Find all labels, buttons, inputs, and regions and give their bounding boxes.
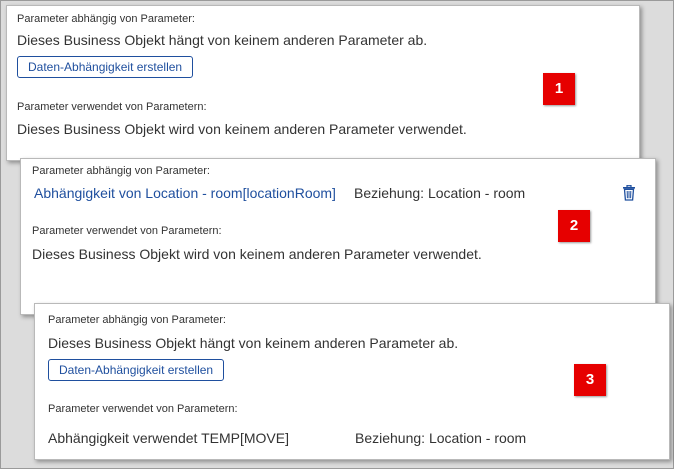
- used-by-label: Parameter verwendet von Parametern:: [32, 225, 222, 237]
- create-dependency-button[interactable]: Daten-Abhängigkeit erstellen: [48, 359, 225, 381]
- step-badge: 2: [558, 210, 590, 242]
- dependency-panel-2: Parameter abhängig von Parameter: Abhäng…: [20, 158, 656, 315]
- depends-on-text: Dieses Business Objekt hängt von keinem …: [48, 335, 459, 351]
- depends-on-label: Parameter abhängig von Parameter:: [17, 13, 195, 25]
- dependency-relation: Beziehung: Location - room: [354, 185, 526, 201]
- used-by-item: Abhängigkeit verwendet TEMP[MOVE]: [48, 430, 289, 446]
- depends-on-label: Parameter abhängig von Parameter:: [32, 165, 210, 177]
- dependency-link[interactable]: Abhängigkeit von Location - room[locatio…: [34, 185, 336, 201]
- depends-on-label: Parameter abhängig von Parameter:: [48, 314, 226, 326]
- dependency-panel-3: Parameter abhängig von Parameter: Dieses…: [34, 303, 670, 460]
- used-by-relation: Beziehung: Location - room: [355, 430, 527, 446]
- trash-icon[interactable]: [622, 185, 636, 201]
- depends-on-text: Dieses Business Objekt hängt von keinem …: [17, 32, 428, 48]
- used-by-label: Parameter verwendet von Parametern:: [48, 403, 238, 415]
- step-badge: 1: [543, 73, 575, 105]
- used-by-text: Dieses Business Objekt wird von keinem a…: [17, 121, 467, 137]
- step-badge: 3: [574, 364, 606, 396]
- create-dependency-button[interactable]: Daten-Abhängigkeit erstellen: [17, 56, 194, 78]
- dependency-panel-1: Parameter abhängig von Parameter: Dieses…: [6, 5, 640, 161]
- used-by-text: Dieses Business Objekt wird von keinem a…: [32, 246, 482, 262]
- used-by-label: Parameter verwendet von Parametern:: [17, 101, 207, 113]
